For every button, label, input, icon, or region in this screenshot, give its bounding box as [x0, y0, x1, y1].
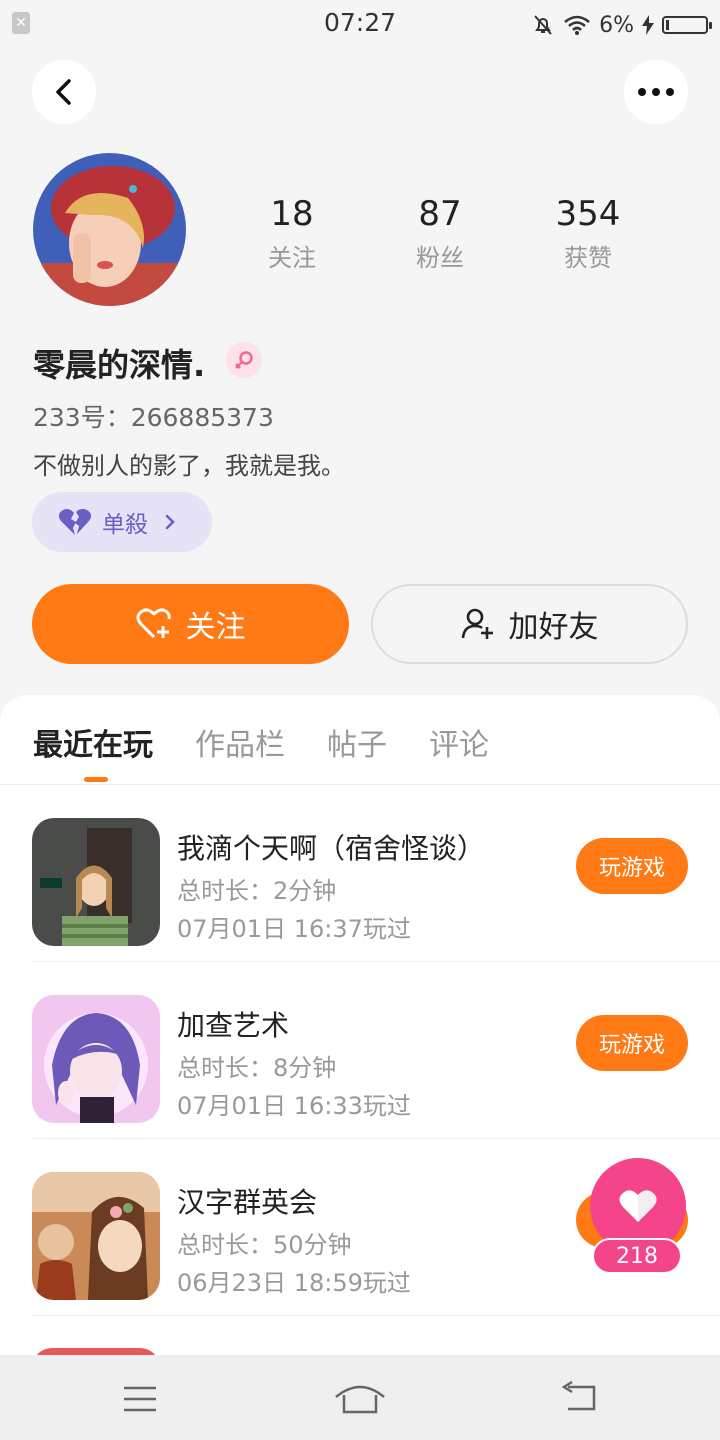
stat-value: 354 — [555, 194, 621, 234]
list-item[interactable]: 加查艺术 总时长：8分钟 07月01日 16:33玩过 玩游戏 — [0, 962, 720, 1139]
follow-label: 关注 — [185, 610, 246, 645]
status-tag[interactable]: 单殺 — [32, 492, 212, 552]
add-friend-label: 加好友 — [508, 610, 599, 645]
play-game-button[interactable]: 玩游戏 — [576, 838, 688, 894]
user-id: 233号：266885373 — [33, 403, 274, 432]
add-friend-button[interactable]: 加好友 — [371, 584, 688, 664]
broken-heart-icon — [58, 508, 92, 535]
more-dots-icon — [638, 88, 674, 96]
chevron-right-icon — [165, 514, 175, 530]
status-bar: ✕ 07:27 6% — [0, 0, 720, 50]
tab-bar: 最近在玩 作品栏 帖子 评论 — [33, 720, 489, 764]
heart-icon — [619, 1190, 657, 1222]
status-right: 6% — [531, 8, 712, 42]
wifi-icon — [564, 15, 590, 35]
stat-likes[interactable]: 354 获赞 — [518, 194, 658, 273]
charging-icon — [642, 15, 654, 35]
system-nav-bar — [0, 1355, 720, 1440]
list-item[interactable]: 我滴个天啊（宿舍怪谈） 总时长：2分钟 07月01日 16:37玩过 玩游戏 — [0, 785, 720, 962]
game-last-played: 07月01日 16:37玩过 — [177, 915, 411, 943]
game-icon — [32, 995, 160, 1123]
tab-works[interactable]: 作品栏 — [195, 720, 285, 764]
game-title: 加查艺术 — [177, 1009, 290, 1042]
more-button[interactable] — [624, 60, 688, 124]
like-count-badge: 218 — [592, 1238, 682, 1274]
stat-value: 18 — [270, 194, 314, 234]
divider — [32, 1315, 720, 1316]
game-duration: 总时长：50分钟 — [177, 1231, 352, 1259]
stat-following[interactable]: 18 关注 — [222, 194, 362, 273]
tab-posts[interactable]: 帖子 — [327, 720, 387, 764]
female-gender-icon — [226, 342, 262, 378]
tab-recent-played[interactable]: 最近在玩 — [33, 720, 153, 764]
game-duration: 总时长：2分钟 — [177, 877, 337, 905]
stat-label: 粉丝 — [416, 244, 464, 272]
back-arrow-icon — [56, 79, 71, 105]
stat-label: 获赞 — [564, 244, 612, 272]
tab-indicator — [84, 777, 108, 782]
game-icon — [32, 1172, 160, 1300]
avatar[interactable] — [33, 153, 186, 306]
tag-label: 单殺 — [102, 512, 148, 538]
heart-plus-icon — [136, 608, 171, 639]
mute-icon — [534, 15, 552, 35]
stat-value: 87 — [418, 194, 462, 234]
tab-comments[interactable]: 评论 — [429, 720, 489, 764]
menu-icon[interactable] — [122, 1385, 158, 1413]
game-last-played: 07月01日 16:33玩过 — [177, 1092, 411, 1120]
back-nav-icon[interactable] — [560, 1381, 600, 1413]
play-game-button[interactable]: 玩游戏 — [576, 1015, 688, 1071]
stat-label: 关注 — [268, 244, 316, 272]
follow-button[interactable]: 关注 — [32, 584, 349, 664]
game-duration: 总时长：8分钟 — [177, 1054, 337, 1082]
profile-bio: 不做别人的影了，我就是我。 — [33, 452, 345, 480]
game-title: 我滴个天啊（宿舍怪谈） — [177, 832, 486, 865]
game-last-played: 06月23日 18:59玩过 — [177, 1269, 411, 1297]
game-icon — [32, 818, 160, 946]
back-button[interactable] — [32, 60, 96, 124]
stat-followers[interactable]: 87 粉丝 — [370, 194, 510, 273]
battery-percent: 6% — [599, 12, 634, 38]
battery-icon — [662, 16, 712, 34]
profile-name: 零晨的深情. — [33, 346, 206, 384]
add-user-icon — [461, 608, 493, 639]
home-icon[interactable] — [334, 1381, 386, 1415]
game-title: 汉字群英会 — [177, 1186, 318, 1219]
